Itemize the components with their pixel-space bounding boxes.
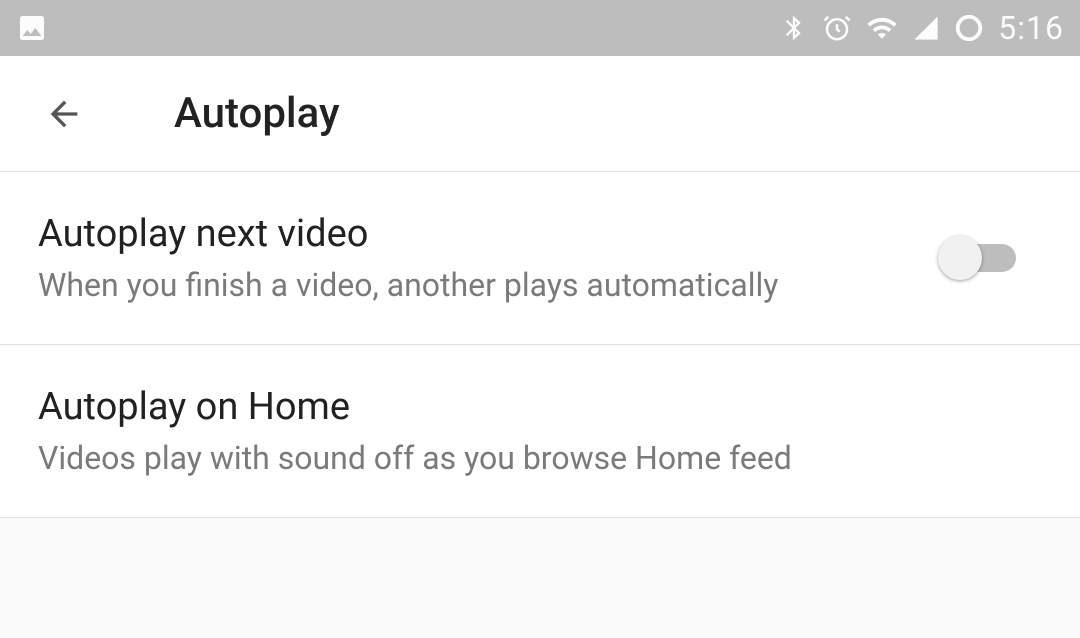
status-right: 5:16 xyxy=(780,9,1064,47)
cell-signal-icon xyxy=(912,14,940,42)
setting-subtitle: When you finish a video, another plays a… xyxy=(38,266,778,304)
setting-subtitle: Videos play with sound off as you browse… xyxy=(38,439,792,477)
status-time: 5:16 xyxy=(998,9,1064,47)
data-circle-icon xyxy=(954,13,984,43)
setting-text: Autoplay next video When you finish a vi… xyxy=(38,212,778,304)
status-bar: 5:16 xyxy=(0,0,1080,56)
setting-autoplay-next-video[interactable]: Autoplay next video When you finish a vi… xyxy=(0,172,1080,345)
settings-list: Autoplay next video When you finish a vi… xyxy=(0,172,1080,518)
setting-title: Autoplay on Home xyxy=(38,385,792,429)
toggle-knob xyxy=(938,236,982,280)
app-bar: Autoplay xyxy=(0,56,1080,172)
autoplay-next-video-toggle[interactable] xyxy=(944,244,1016,272)
setting-title: Autoplay next video xyxy=(38,212,778,256)
picture-icon xyxy=(16,12,48,44)
status-left xyxy=(16,12,48,44)
setting-text: Autoplay on Home Videos play with sound … xyxy=(38,385,792,477)
wifi-icon xyxy=(866,12,898,44)
alarm-icon xyxy=(822,13,852,43)
bluetooth-icon xyxy=(780,14,808,42)
back-button[interactable] xyxy=(40,90,88,138)
page-title: Autoplay xyxy=(174,89,340,138)
arrow-back-icon xyxy=(44,94,84,134)
setting-autoplay-on-home[interactable]: Autoplay on Home Videos play with sound … xyxy=(0,345,1080,518)
